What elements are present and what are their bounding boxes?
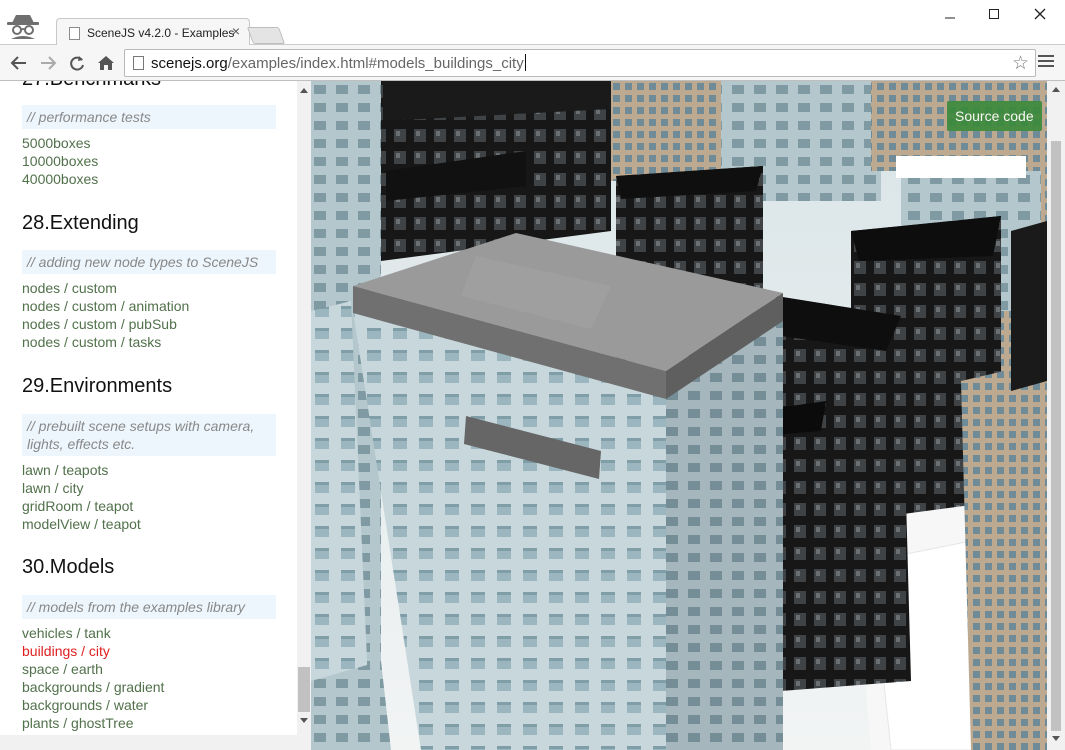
forward-button[interactable] [37, 52, 59, 74]
link-nodes-custom[interactable]: nodes / custom [22, 279, 117, 297]
link-backgrounds-gradient[interactable]: backgrounds / gradient [22, 678, 164, 696]
star-icon[interactable]: ☆ [1012, 52, 1029, 75]
scroll-up-icon[interactable] [1052, 87, 1060, 92]
scroll-down-icon[interactable] [300, 718, 308, 723]
source-code-button[interactable]: Source code [947, 101, 1042, 131]
section-comment-environments: // prebuilt scene setups with camera, li… [22, 414, 276, 456]
link-gridroom-teapot[interactable]: gridRoom / teapot [22, 497, 133, 515]
menu-icon[interactable] [1038, 55, 1054, 71]
close-window-button[interactable] [1018, 4, 1062, 28]
forward-icon [41, 56, 57, 70]
section-heading-benchmarks: 27.Benchmarks [22, 81, 161, 91]
section-comment-extending: // adding new node types to SceneJS [22, 250, 276, 274]
link-lawn-teapots[interactable]: lawn / teapots [22, 461, 108, 479]
link-backgrounds-water[interactable]: backgrounds / water [22, 696, 148, 714]
minimize-button[interactable] [928, 4, 972, 28]
text-caret [524, 54, 526, 71]
page-icon [133, 56, 144, 70]
horizontal-scrollbar[interactable] [0, 735, 297, 750]
reload-icon [70, 56, 84, 71]
browser-titlebar: SceneJS v4.2.0 - Examples × [0, 0, 1065, 46]
link-modelview-teapot[interactable]: modelView / teapot [22, 515, 141, 533]
link-40000boxes[interactable]: 40000boxes [22, 170, 98, 188]
sidebar-scrollbar[interactable] [297, 81, 311, 750]
link-plants-ghosttree[interactable]: plants / ghostTree [22, 714, 134, 732]
sidebar-scroll-thumb[interactable] [298, 667, 310, 712]
close-icon [1034, 8, 1046, 20]
link-buildings-city[interactable]: buildings / city [22, 642, 110, 660]
page-icon [69, 27, 80, 40]
page-scrollbar[interactable] [1047, 81, 1065, 750]
minimize-icon [945, 17, 955, 19]
link-space-earth[interactable]: space / earth [22, 660, 103, 678]
scene-canvas[interactable]: Source code [311, 81, 1047, 750]
section-heading-extending: 28.Extending [22, 212, 139, 234]
home-button[interactable] [95, 52, 117, 74]
incognito-icon [7, 15, 39, 39]
back-button[interactable] [8, 52, 30, 74]
url-path: /examples/index.html#models_buildings_ci… [227, 55, 524, 72]
scroll-down-icon[interactable] [1052, 736, 1060, 741]
address-bar[interactable]: scenejs.org/examples/index.html#models_b… [124, 49, 1036, 77]
tab-scenejs-examples[interactable]: SceneJS v4.2.0 - Examples × [56, 18, 250, 46]
link-lawn-city[interactable]: lawn / city [22, 479, 83, 497]
link-nodes-custom-tasks[interactable]: nodes / custom / tasks [22, 333, 161, 351]
url-text[interactable]: scenejs.org/examples/index.html#models_b… [151, 54, 526, 72]
examples-sidebar: 27.Benchmarks // performance tests 5000b… [0, 81, 297, 750]
link-nodes-custom-pubsub[interactable]: nodes / custom / pubSub [22, 315, 177, 333]
new-tab-button[interactable] [246, 27, 286, 44]
link-10000boxes[interactable]: 10000boxes [22, 152, 98, 170]
maximize-button[interactable] [972, 4, 1016, 28]
link-vehicles-tank[interactable]: vehicles / tank [22, 624, 111, 642]
scroll-up-icon[interactable] [300, 88, 308, 93]
maximize-icon [989, 9, 999, 19]
city-scene [311, 81, 1047, 750]
url-host: scenejs.org [151, 55, 228, 72]
section-comment-models: // models from the examples library [22, 595, 276, 619]
tab-title: SceneJS v4.2.0 - Examples [87, 26, 235, 40]
home-icon [98, 56, 114, 70]
section-comment-benchmarks: // performance tests [22, 105, 276, 129]
browser-toolbar: scenejs.org/examples/index.html#models_b… [0, 45, 1065, 81]
section-heading-environments: 29.Environments [22, 375, 173, 397]
page-scroll-thumb[interactable] [1051, 141, 1061, 731]
tab-close-icon[interactable]: × [232, 23, 240, 39]
link-nodes-custom-animation[interactable]: nodes / custom / animation [22, 297, 189, 315]
back-icon [10, 56, 26, 70]
section-heading-models: 30.Models [22, 556, 115, 578]
link-5000boxes[interactable]: 5000boxes [22, 134, 91, 152]
reload-button[interactable] [66, 52, 88, 74]
